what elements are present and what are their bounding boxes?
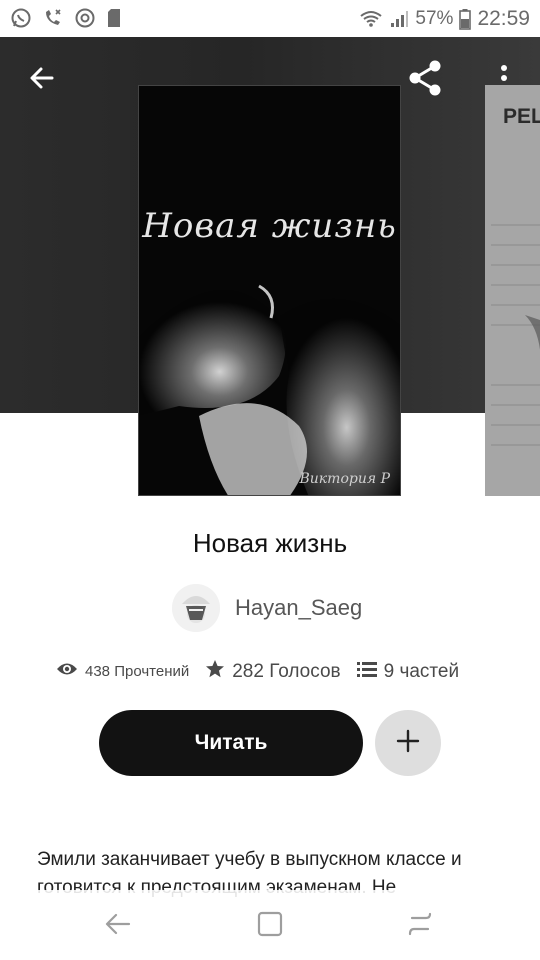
status-bar-notifications	[10, 7, 122, 29]
next-cover-artwork	[485, 85, 540, 496]
star-icon	[205, 659, 225, 684]
nav-recents-button[interactable]	[404, 910, 436, 942]
votes-stat: 282 Голосов	[205, 659, 341, 684]
back-icon	[104, 910, 132, 943]
missed-call-icon	[42, 7, 64, 29]
author-link[interactable]: Hayan_Saeg	[172, 584, 362, 632]
parts-count: 9 частей	[383, 660, 460, 682]
arrow-left-icon	[28, 64, 56, 97]
home-square-icon	[256, 910, 284, 943]
clock: 22:59	[477, 7, 530, 30]
signal-icon	[389, 9, 409, 29]
nav-home-button[interactable]	[254, 910, 286, 942]
read-button[interactable]: Читать	[99, 710, 363, 776]
parts-stat: 9 частей	[356, 660, 460, 683]
eye-icon	[56, 661, 78, 682]
votes-count: 282 Голосов	[232, 660, 341, 682]
navigation-bar	[0, 890, 540, 960]
wifi-icon	[359, 9, 383, 29]
cover-artwork	[139, 86, 400, 495]
share-button[interactable]	[406, 60, 446, 100]
plus-icon	[396, 729, 420, 758]
author-name: Hayan_Saeg	[235, 595, 363, 620]
reads-count: 438 Прочтений	[85, 663, 190, 680]
nav-back-button[interactable]	[102, 910, 134, 942]
app-screen: 57% 22:59 Новая жизнь Виктория Р РЕ Нова…	[0, 0, 540, 960]
battery-icon	[459, 8, 472, 30]
add-to-library-button[interactable]	[375, 710, 441, 776]
whatsapp-icon	[10, 7, 32, 29]
sd-card-icon	[106, 7, 122, 29]
share-icon	[406, 58, 446, 103]
cover-title: Новая жизнь	[142, 206, 397, 246]
battery-percentage: 57%	[415, 8, 454, 29]
recents-icon	[406, 910, 434, 943]
sync-icon	[74, 7, 96, 29]
book-stats: 438 Прочтений 282 Голосов 9 частей	[56, 659, 496, 684]
back-button[interactable]	[22, 60, 62, 100]
reads-stat: 438 Прочтений	[56, 661, 189, 682]
book-title: Новая жизнь	[192, 528, 348, 558]
next-cover-title: РЕШ	[503, 105, 540, 128]
status-bar: 57% 22:59	[0, 0, 540, 37]
cover-author: Виктория Р	[299, 471, 391, 487]
book-cover[interactable]: Новая жизнь Виктория Р	[138, 85, 401, 496]
status-bar-system: 57% 22:59	[359, 7, 530, 31]
list-icon	[356, 661, 377, 682]
author-avatar	[172, 584, 220, 632]
next-book-cover[interactable]: РЕШ	[485, 85, 540, 496]
